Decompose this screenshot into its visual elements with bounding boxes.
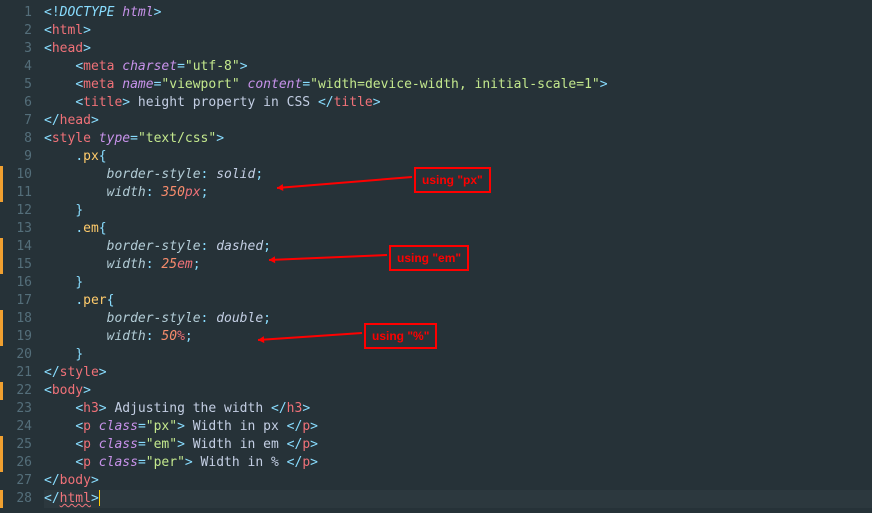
code-line[interactable]: </head> [44, 112, 872, 130]
code-line[interactable]: } [44, 274, 872, 292]
code-line[interactable]: .per{ [44, 292, 872, 310]
code-line[interactable]: .px{ [44, 148, 872, 166]
line-number: 7 [6, 112, 32, 130]
line-number: 14 [6, 238, 32, 256]
line-number: 11 [6, 184, 32, 202]
line-number: 9 [6, 148, 32, 166]
code-line[interactable]: border-style: solid; [44, 166, 872, 184]
code-editor[interactable]: 1234567891011121314151617181920212223242… [0, 0, 872, 513]
code-area[interactable]: using "px"using "em"using "%" <!DOCTYPE … [44, 0, 872, 513]
line-number: 5 [6, 76, 32, 94]
code-line[interactable]: <head> [44, 40, 872, 58]
code-line[interactable]: width: 25em; [44, 256, 872, 274]
code-line[interactable]: <meta charset="utf-8"> [44, 58, 872, 76]
line-number: 3 [6, 40, 32, 58]
line-number: 17 [6, 292, 32, 310]
code-line[interactable]: <p class="px"> Width in px </p> [44, 418, 872, 436]
line-number: 24 [6, 418, 32, 436]
code-line[interactable]: <title> height property in CSS </title> [44, 94, 872, 112]
line-number: 6 [6, 94, 32, 112]
line-number: 23 [6, 400, 32, 418]
code-line[interactable]: border-style: double; [44, 310, 872, 328]
line-number: 4 [6, 58, 32, 76]
code-line[interactable]: <!DOCTYPE html> [44, 4, 872, 22]
line-number: 1 [6, 4, 32, 22]
code-line[interactable]: <h3> Adjusting the width </h3> [44, 400, 872, 418]
line-number: 12 [6, 202, 32, 220]
code-line[interactable]: </style> [44, 364, 872, 382]
line-number: 25 [6, 436, 32, 454]
code-line[interactable]: } [44, 346, 872, 364]
line-number: 16 [6, 274, 32, 292]
line-number-gutter: 1234567891011121314151617181920212223242… [0, 0, 44, 513]
line-number: 28 [6, 490, 32, 508]
line-number: 2 [6, 22, 32, 40]
line-number: 21 [6, 364, 32, 382]
line-number: 13 [6, 220, 32, 238]
line-number: 22 [6, 382, 32, 400]
line-number: 20 [6, 346, 32, 364]
code-line[interactable]: <p class="per"> Width in % </p> [44, 454, 872, 472]
line-number: 10 [6, 166, 32, 184]
line-number: 19 [6, 328, 32, 346]
code-line[interactable]: .em{ [44, 220, 872, 238]
line-number: 18 [6, 310, 32, 328]
code-line[interactable]: width: 50%; [44, 328, 872, 346]
code-line[interactable]: <body> [44, 382, 872, 400]
code-line[interactable]: <style type="text/css"> [44, 130, 872, 148]
line-number: 15 [6, 256, 32, 274]
line-number: 27 [6, 472, 32, 490]
line-number: 8 [6, 130, 32, 148]
line-number: 26 [6, 454, 32, 472]
code-line[interactable]: <p class="em"> Width in em </p> [44, 436, 872, 454]
code-line[interactable]: border-style: dashed; [44, 238, 872, 256]
code-line[interactable]: } [44, 202, 872, 220]
code-line[interactable]: </body> [44, 472, 872, 490]
code-line[interactable]: <html> [44, 22, 872, 40]
code-line[interactable]: width: 350px; [44, 184, 872, 202]
code-line[interactable]: <meta name="viewport" content="width=dev… [44, 76, 872, 94]
